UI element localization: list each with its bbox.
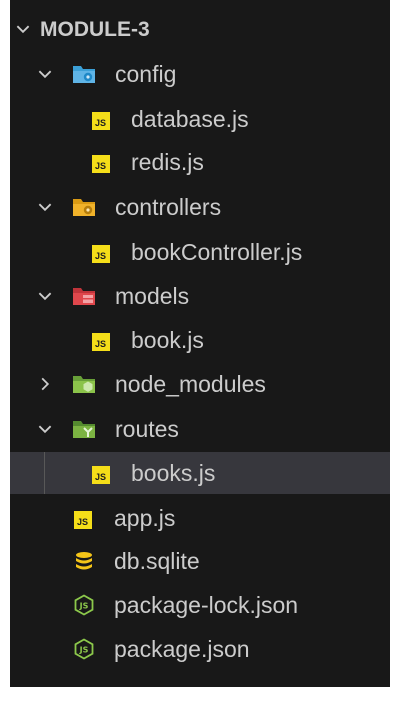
tree-item-label: models xyxy=(115,283,190,309)
js-file-icon: JS xyxy=(92,112,110,130)
tree-item-db-sqlite[interactable]: db.sqlite xyxy=(10,540,390,582)
tree-item-label: node_modules xyxy=(115,371,266,397)
tree-item-books-js[interactable]: JS books.js xyxy=(10,452,390,494)
tree-item-label: package.json xyxy=(114,636,250,662)
tree-item-label: books.js xyxy=(131,460,216,486)
svg-text:JS: JS xyxy=(79,646,89,655)
file-explorer: MODULE-3 config JS database.js JS redis.… xyxy=(10,0,390,687)
tree-item-label: bookController.js xyxy=(131,239,303,265)
models-folder-icon xyxy=(72,285,96,307)
tree-item-label: controllers xyxy=(115,194,222,220)
js-file-icon: JS xyxy=(92,155,110,173)
chevron-down-icon xyxy=(36,65,54,83)
chevron-right-icon xyxy=(36,375,54,393)
tree-item-package-lock-json[interactable]: JS package-lock.json xyxy=(10,584,390,626)
chevron-down-icon xyxy=(36,287,54,305)
chevron-down-icon xyxy=(14,20,32,38)
tree-item-label: database.js xyxy=(131,106,249,132)
root-folder-label: MODULE-3 xyxy=(40,18,150,41)
explorer-root-header[interactable]: MODULE-3 xyxy=(10,8,390,50)
indent-guide xyxy=(44,452,45,494)
nodejs-icon: JS xyxy=(74,594,98,616)
tree-item-bookcontroller-js[interactable]: JS bookController.js xyxy=(10,231,390,273)
chevron-down-icon xyxy=(36,420,54,438)
tree-item-config[interactable]: config xyxy=(10,53,390,95)
tree-item-book-js[interactable]: JS book.js xyxy=(10,319,390,361)
tree-item-database-js[interactable]: JS database.js xyxy=(10,98,390,140)
tree-item-label: book.js xyxy=(131,327,204,353)
tree-item-app-js[interactable]: JS app.js xyxy=(10,497,390,539)
routes-folder-icon xyxy=(72,418,96,440)
js-file-icon: JS xyxy=(74,511,92,529)
node-modules-folder-icon xyxy=(72,373,96,395)
tree-item-label: package-lock.json xyxy=(114,592,299,618)
chevron-down-icon xyxy=(36,198,54,216)
tree-item-package-json[interactable]: JS package.json xyxy=(10,628,390,670)
database-icon xyxy=(74,550,98,572)
tree-item-label: db.sqlite xyxy=(114,548,200,574)
js-file-icon: JS xyxy=(92,245,110,263)
tree-item-label: config xyxy=(115,61,177,87)
tree-item-models[interactable]: models xyxy=(10,275,390,317)
tree-item-redis-js[interactable]: JS redis.js xyxy=(10,141,390,183)
tree-item-label: redis.js xyxy=(131,149,204,175)
tree-item-node-modules[interactable]: node_modules xyxy=(10,363,390,405)
svg-text:JS: JS xyxy=(79,602,89,611)
controllers-folder-icon xyxy=(72,196,96,218)
tree-item-label: app.js xyxy=(114,505,176,531)
tree-item-routes[interactable]: routes xyxy=(10,408,390,450)
config-folder-icon xyxy=(72,63,96,85)
tree-item-label: routes xyxy=(115,416,179,442)
js-file-icon: JS xyxy=(92,333,110,351)
tree-item-controllers[interactable]: controllers xyxy=(10,186,390,228)
nodejs-icon: JS xyxy=(74,638,98,660)
js-file-icon: JS xyxy=(92,466,110,484)
